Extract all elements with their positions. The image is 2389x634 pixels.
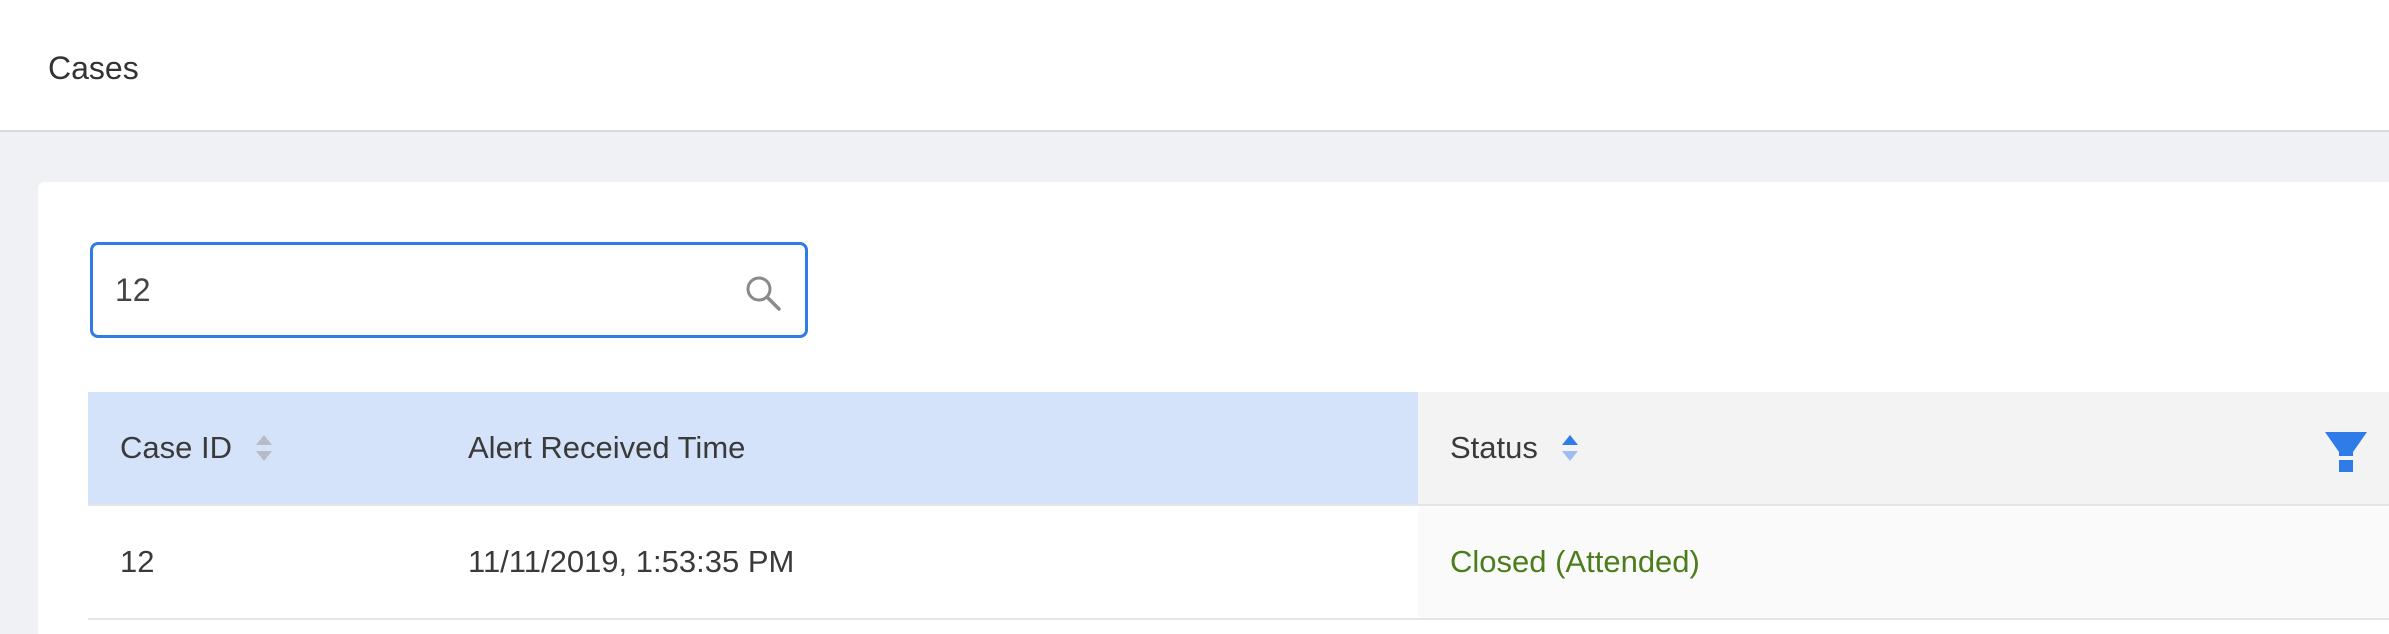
search-icon[interactable] [743, 273, 783, 313]
table-row[interactable]: 12 11/11/2019, 1:53:35 PM Closed (Attend… [88, 506, 2389, 620]
filter-icon[interactable] [2323, 430, 2369, 474]
column-header-alert-received-time: Alert Received Time [468, 392, 1418, 504]
column-header-label: Case ID [120, 430, 232, 465]
cell-status: Closed (Attended) [1418, 506, 2389, 618]
sort-icon[interactable] [1561, 435, 1578, 461]
cases-card: Case ID Alert Received Time Status [38, 182, 2389, 634]
column-header-label: Alert Received Time [468, 430, 746, 465]
cell-alert-received-time: 11/11/2019, 1:53:35 PM [468, 544, 795, 579]
cell-case-id: 12 [120, 544, 155, 579]
column-header-label: Status [1450, 430, 1538, 465]
search-input[interactable] [115, 245, 715, 335]
table-header: Case ID Alert Received Time Status [88, 392, 2389, 506]
cases-table: Case ID Alert Received Time Status 12 11… [88, 392, 2389, 620]
sort-icon[interactable] [255, 435, 272, 461]
search-box[interactable] [90, 242, 808, 338]
column-header-status[interactable]: Status [1418, 392, 2389, 504]
page-header: Cases [0, 0, 2389, 132]
page-title: Cases [48, 50, 139, 86]
status-text: Closed (Attended) [1450, 544, 1700, 579]
column-header-case-id[interactable]: Case ID [88, 392, 468, 504]
